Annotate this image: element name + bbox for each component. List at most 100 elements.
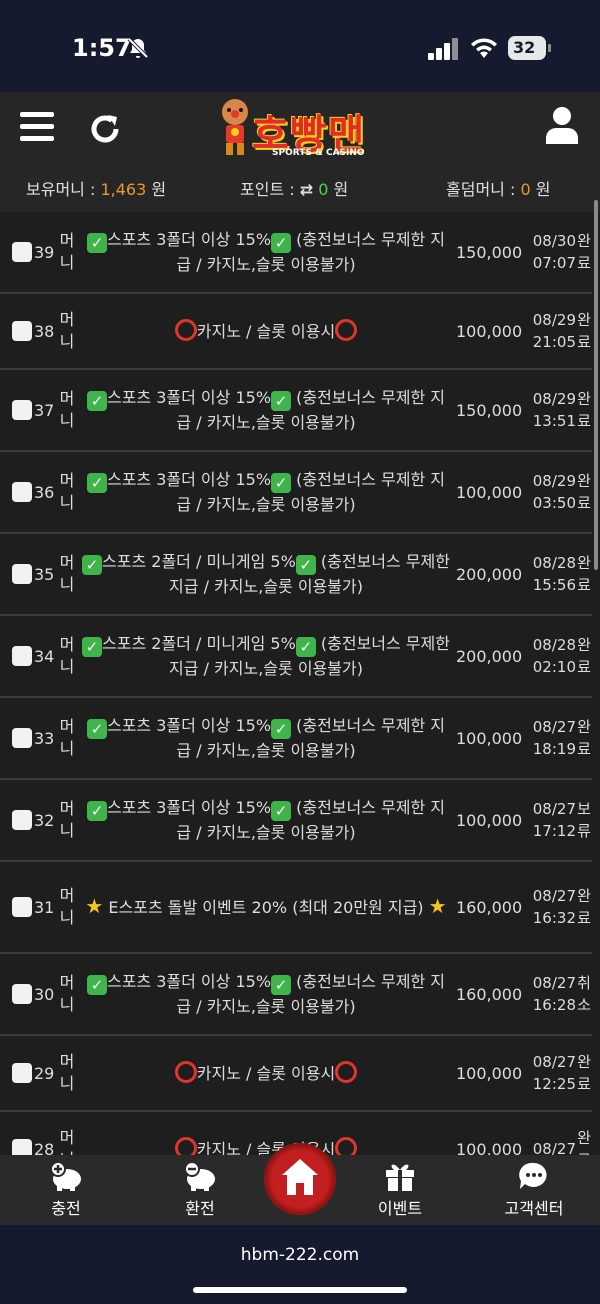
row-title[interactable]: ✓ 스포츠 3폴더 이상 15% ✓ (충전보너스 무제한 지급 / 카지노,슬롯 … (76, 228, 456, 277)
row-number: 39 (34, 242, 55, 262)
battery-level: 32 (513, 38, 536, 57)
row-title[interactable]: ★ E스포츠 돌발 이벤트 20% (최대 20만원 지급) ★ (76, 894, 456, 920)
user-account-icon[interactable] (544, 106, 580, 144)
check-icon: ✓ (295, 554, 316, 575)
circle-icon (174, 318, 197, 341)
check-icon: ✓ (86, 390, 107, 411)
list-item[interactable]: 31 머니 ★ E스포츠 돌발 이벤트 20% (최대 20만원 지급) ★ 160,… (0, 862, 592, 954)
row-amount: 100,000 (456, 321, 523, 341)
hamburger-menu-icon[interactable] (20, 112, 56, 142)
check-icon: ✓ (271, 718, 292, 739)
point-value: 0 (318, 180, 329, 199)
home-indicator[interactable] (193, 1287, 407, 1293)
row-status: 완료 (577, 636, 591, 676)
row-status: 완료 (577, 311, 591, 351)
row-time: 03:50 (532, 494, 576, 512)
list-item[interactable]: 35 머니 ✓ 스포츠 2폴더 / 미니게임 5% ✓ (충전보너스 무제한 지급 / … (0, 534, 592, 616)
row-number: 29 (34, 1063, 55, 1083)
row-title[interactable]: ✓ 스포츠 3폴더 이상 15% ✓ (충전보너스 무제한 지급 / 카지노,슬롯 … (76, 796, 456, 845)
row-checkbox[interactable] (12, 1063, 32, 1083)
row-checkbox[interactable] (12, 564, 32, 584)
row-title[interactable]: ✓ 스포츠 3폴더 이상 15% ✓ (충전보너스 무제한 지급 / 카지노,슬롯 … (76, 386, 456, 435)
list-item[interactable]: 36 머니 ✓ 스포츠 3폴더 이상 15% ✓ (충전보너스 무제한 지급 / 카지노… (0, 452, 592, 534)
nav-support[interactable]: 고객센터 (494, 1161, 574, 1219)
row-date: 08/29 (532, 311, 576, 329)
list-item[interactable]: 30 머니 ✓ 스포츠 3폴더 이상 15% ✓ (충전보너스 무제한 지급 / 카지노… (0, 954, 592, 1036)
check-icon: ✓ (82, 636, 103, 657)
row-datetime: 08/27 17:12 (522, 798, 576, 842)
money-balance: 보유머니 : 1,463 원 (26, 176, 166, 200)
row-date: 08/27 (532, 1053, 576, 1071)
nav-charge-label: 충전 (51, 1199, 81, 1218)
row-datetime: 08/27 12:25 (522, 1051, 576, 1095)
wifi-icon (471, 38, 497, 58)
exchange-arrows-icon[interactable]: ⇄ (300, 180, 313, 199)
row-number: 31 (34, 897, 55, 917)
star-icon: ★ (85, 894, 104, 918)
list-item[interactable]: 32 머니 ✓ 스포츠 3폴더 이상 15% ✓ (충전보너스 무제한 지급 / 카지노… (0, 780, 592, 862)
row-category: 머니 (59, 973, 75, 1014)
nav-exchange[interactable]: 환전 (160, 1161, 240, 1219)
list-item[interactable]: 38 머니 카지노 / 슬롯 이용시 100,000 08/29 21:05 완료 (0, 294, 592, 370)
list-item[interactable]: 33 머니 ✓ 스포츠 3폴더 이상 15% ✓ (충전보너스 무제한 지급 / 카지노… (0, 698, 592, 780)
row-title[interactable]: 카지노 / 슬롯 이용시 (76, 318, 456, 344)
row-number: 35 (34, 564, 55, 584)
balance-row: 보유머니 : 1,463 원 포인트 : ⇄ 0 원 홀덤머니 : 0 원 (0, 176, 600, 202)
row-status: 완료 (577, 718, 591, 758)
holdem-value: 0 (520, 180, 531, 199)
row-status: 완료 (577, 554, 591, 594)
row-date: 08/28 (532, 554, 576, 572)
refresh-icon[interactable] (88, 112, 122, 146)
row-checkbox[interactable] (12, 646, 32, 666)
row-time: 12:25 (532, 1075, 576, 1093)
row-datetime: 08/28 02:10 (522, 634, 576, 678)
row-checkbox[interactable] (12, 728, 32, 748)
row-status: 완료 (577, 887, 591, 927)
mascot-icon (222, 99, 248, 155)
row-status: 완료 (577, 390, 591, 430)
row-number: 28 (34, 1139, 55, 1156)
list-item[interactable]: 37 머니 ✓ 스포츠 3폴더 이상 15% ✓ (충전보너스 무제한 지급 / 카지노… (0, 370, 592, 452)
scrollbar[interactable] (594, 200, 598, 570)
list-item[interactable]: 39 머니 ✓ 스포츠 3폴더 이상 15% ✓ (충전보너스 무제한 지급 / 카지노… (0, 212, 592, 294)
point-unit: 원 (333, 180, 349, 199)
row-number: 30 (34, 984, 55, 1004)
row-checkbox[interactable] (12, 984, 32, 1004)
list-item[interactable]: 29 머니 카지노 / 슬롯 이용시 100,000 08/27 12:25 완료 (0, 1036, 592, 1112)
headset-chat-icon (519, 1162, 547, 1189)
nav-charge[interactable]: 충전 (26, 1161, 106, 1219)
browser-url-bar[interactable]: hbm-222.com (0, 1225, 600, 1304)
bell-muted-icon (127, 37, 149, 59)
holdem-balance: 홀덤머니 : 0 원 (446, 176, 550, 200)
row-category: 머니 (59, 231, 75, 272)
row-title[interactable]: ✓ 스포츠 3폴더 이상 15% ✓ (충전보너스 무제한 지급 / 카지노,슬롯 … (76, 468, 456, 517)
row-title[interactable]: ✓ 스포츠 2폴더 / 미니게임 5% ✓ (충전보너스 무제한 지급 / 카지노,… (76, 550, 456, 599)
home-icon (282, 1159, 318, 1195)
row-amount: 160,000 (456, 897, 523, 917)
row-checkbox[interactable] (12, 482, 32, 502)
row-checkbox[interactable] (12, 1139, 32, 1155)
row-title[interactable]: ✓ 스포츠 3폴더 이상 15% ✓ (충전보너스 무제한 지급 / 카지노,슬롯 … (76, 970, 456, 1019)
row-category: 머니 (59, 553, 75, 594)
row-amount: 160,000 (456, 984, 523, 1004)
site-logo[interactable]: 호빵맨 SPORTS & CASINO (218, 98, 388, 164)
row-title[interactable]: ✓ 스포츠 3폴더 이상 15% ✓ (충전보너스 무제한 지급 / 카지노,슬롯 … (76, 714, 456, 763)
nav-event[interactable]: 이벤트 (360, 1161, 440, 1219)
url-text[interactable]: hbm-222.com (0, 1245, 600, 1265)
row-title[interactable]: ✓ 스포츠 2폴더 / 미니게임 5% ✓ (충전보너스 무제한 지급 / 카지노,… (76, 632, 456, 681)
row-checkbox[interactable] (12, 321, 32, 341)
row-date: 08/29 (532, 472, 576, 490)
row-checkbox[interactable] (12, 897, 32, 917)
point-label: 포인트 : (240, 180, 295, 199)
row-datetime: 08/27 16:28 (522, 972, 576, 1016)
row-checkbox[interactable] (12, 400, 32, 420)
row-checkbox[interactable] (12, 242, 32, 262)
home-button[interactable] (264, 1143, 336, 1215)
list-item[interactable]: 34 머니 ✓ 스포츠 2폴더 / 미니게임 5% ✓ (충전보너스 무제한 지급 / … (0, 616, 592, 698)
row-status: 완료 (577, 232, 591, 272)
logo-subtitle: SPORTS & CASINO (272, 148, 365, 158)
row-checkbox[interactable] (12, 810, 32, 830)
row-title[interactable]: 카지노 / 슬롯 이용시 (76, 1060, 456, 1086)
row-category: 머니 (59, 886, 75, 927)
row-datetime: 08/30 07:07 (522, 230, 576, 274)
